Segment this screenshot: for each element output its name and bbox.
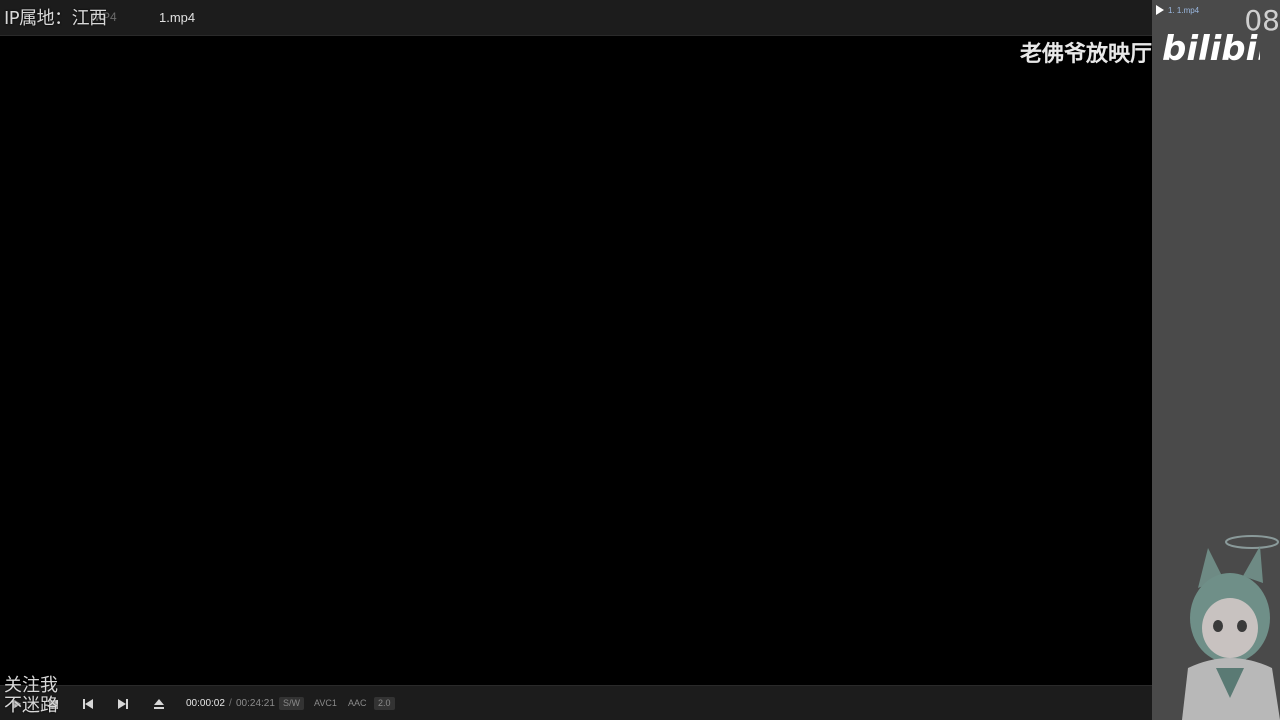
next-icon	[118, 699, 128, 709]
video-codec-badge: AVC1	[314, 698, 337, 708]
time-separator: /	[229, 698, 232, 709]
follow-line-2: 不迷路	[4, 695, 58, 716]
audio-codec-badge: AAC	[348, 698, 367, 708]
title-bar: MP4 1.mp4	[0, 0, 1152, 36]
next-button[interactable]	[114, 695, 132, 713]
current-file-title: 1.mp4	[159, 10, 196, 25]
playlist-item-label: 1. 1.mp4	[1168, 5, 1200, 15]
previous-button[interactable]	[79, 695, 97, 713]
ip-location-overlay: IP属地：江西	[4, 8, 107, 29]
mascot-illustration	[1182, 535, 1280, 720]
channel-watermark: 老佛爷放映厅	[1019, 42, 1152, 67]
eject-icon	[154, 699, 164, 709]
follow-line-1: 关注我	[4, 675, 58, 696]
total-time[interactable]: 00:24:21	[236, 698, 275, 709]
current-time: 00:00:02	[186, 698, 225, 709]
audio-channels-badge: 2.0	[374, 697, 395, 710]
decoder-badge[interactable]: S/W	[279, 697, 304, 710]
eject-button[interactable]	[150, 695, 168, 713]
video-display[interactable]: 老佛爷放映厅	[0, 36, 1152, 685]
bilibili-logo-text: bilibili	[1162, 29, 1260, 68]
bilibili-logo: bilibili	[1162, 29, 1260, 68]
control-bar: 00:00:02 / 00:24:21 S/W AVC1 AAC 2.0	[0, 685, 1152, 720]
play-icon	[1156, 5, 1164, 15]
media-player-window: MP4 1.mp4 IP属地：江西 老佛爷放映厅 1. 1.mp4 08 bil…	[0, 0, 1280, 720]
previous-icon	[83, 699, 93, 709]
sidebar: 1. 1.mp4 08 bilibili	[1152, 0, 1280, 720]
follow-overlay: 关注我 不迷路	[4, 676, 58, 716]
